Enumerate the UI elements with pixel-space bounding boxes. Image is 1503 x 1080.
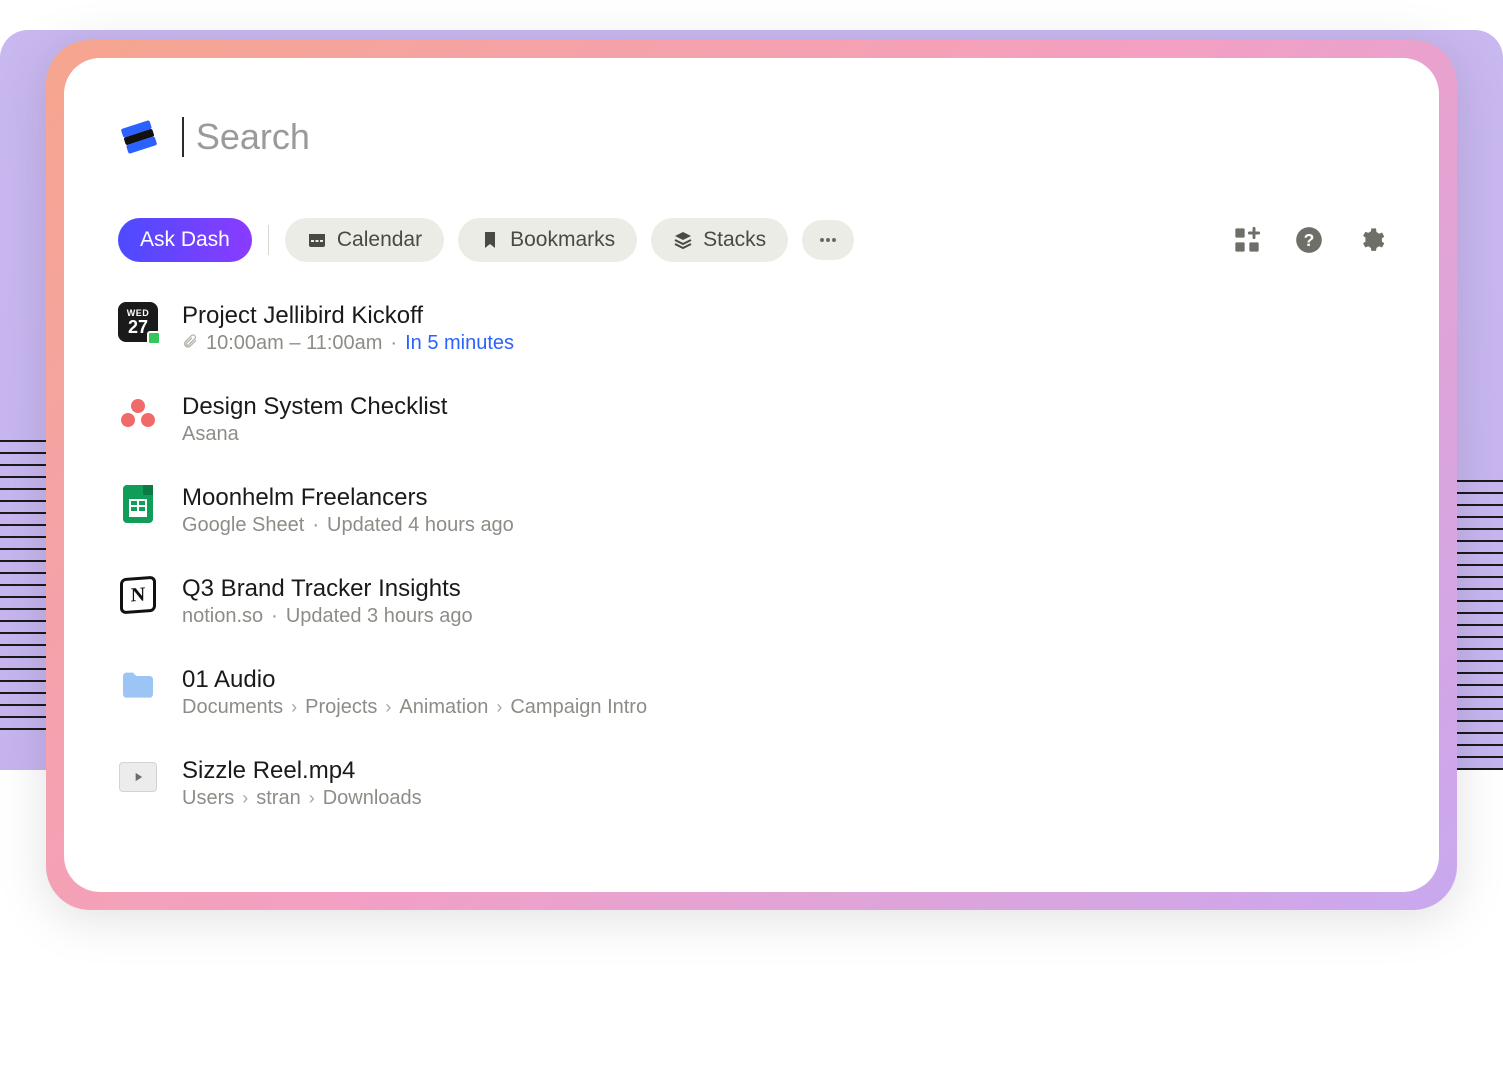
asana-icon [118, 393, 158, 433]
result-source: Google Sheet [182, 514, 304, 537]
crumb: Projects [305, 696, 377, 719]
calendar-icon [307, 230, 327, 250]
add-widget-icon[interactable] [1233, 226, 1261, 254]
chevron-right-icon: › [242, 788, 248, 809]
result-source: notion.so [182, 605, 263, 628]
search-row [118, 116, 1385, 158]
event-countdown: In 5 minutes [405, 332, 514, 355]
crumb: stran [256, 787, 300, 810]
result-asana[interactable]: Design System Checklist Asana [118, 393, 1385, 446]
result-updated: Updated 3 hours ago [286, 605, 473, 628]
result-source: Asana [182, 423, 239, 446]
crumb: Users [182, 787, 234, 810]
bookmark-icon [480, 230, 500, 250]
video-file-icon [118, 757, 158, 797]
search-input[interactable] [196, 116, 1385, 158]
result-video[interactable]: Sizzle Reel.mp4 Users › stran › Download… [118, 757, 1385, 810]
app-card-inner: Ask Dash Calendar Bookmarks [64, 58, 1439, 892]
results-list: WED 27 Project Jellibird Kickoff 10:00am… [118, 302, 1385, 810]
svg-text:?: ? [1304, 230, 1315, 250]
result-subtitle: Google Sheet · Updated 4 hours ago [182, 514, 514, 537]
result-subtitle: notion.so · Updated 3 hours ago [182, 605, 473, 628]
ask-dash-button[interactable]: Ask Dash [118, 218, 252, 262]
breadcrumb: Users › stran › Downloads [182, 787, 422, 810]
filter-chips-row: Ask Dash Calendar Bookmarks [118, 218, 1385, 262]
dot-separator: · [271, 605, 278, 628]
dot-separator: · [390, 332, 397, 355]
bookmarks-chip[interactable]: Bookmarks [458, 218, 637, 262]
settings-gear-icon[interactable] [1357, 226, 1385, 254]
more-chip[interactable] [802, 220, 854, 260]
chip-label: Bookmarks [510, 228, 615, 252]
crumb: Animation [399, 696, 488, 719]
crumb: Documents [182, 696, 283, 719]
calendar-chip[interactable]: Calendar [285, 218, 444, 262]
result-subtitle: Asana [182, 423, 447, 446]
toolbar-actions: ? [1233, 226, 1385, 254]
result-title: Design System Checklist [182, 393, 447, 421]
chip-label: Calendar [337, 228, 422, 252]
calendar-dom: 27 [128, 318, 148, 336]
result-gsheet[interactable]: Moonhelm Freelancers Google Sheet · Upda… [118, 484, 1385, 537]
app-logo-icon [118, 116, 160, 158]
attachment-icon [182, 332, 198, 355]
result-subtitle: 10:00am – 11:00am · In 5 minutes [182, 332, 514, 355]
app-card: Ask Dash Calendar Bookmarks [46, 40, 1457, 910]
result-notion[interactable]: N Q3 Brand Tracker Insights notion.so · … [118, 575, 1385, 628]
stacks-chip[interactable]: Stacks [651, 218, 788, 262]
breadcrumb: Documents › Projects › Animation › Campa… [182, 696, 647, 719]
stacks-icon [673, 230, 693, 250]
notion-icon: N [118, 575, 158, 615]
chevron-right-icon: › [309, 788, 315, 809]
google-sheet-icon [118, 484, 158, 524]
chevron-right-icon: › [496, 697, 502, 718]
chip-label: Ask Dash [140, 228, 230, 252]
text-cursor [182, 117, 184, 157]
event-time: 10:00am – 11:00am [206, 332, 382, 355]
result-title: Moonhelm Freelancers [182, 484, 514, 512]
result-title: 01 Audio [182, 666, 647, 694]
crumb: Campaign Intro [510, 696, 647, 719]
folder-icon [118, 666, 158, 706]
chip-divider [268, 225, 269, 255]
help-icon[interactable]: ? [1295, 226, 1323, 254]
result-title: Project Jellibird Kickoff [182, 302, 514, 330]
chevron-right-icon: › [291, 697, 297, 718]
result-updated: Updated 4 hours ago [327, 514, 514, 537]
crumb: Downloads [323, 787, 422, 810]
calendar-date-icon: WED 27 [118, 302, 158, 342]
more-horizontal-icon [818, 230, 838, 250]
result-event[interactable]: WED 27 Project Jellibird Kickoff 10:00am… [118, 302, 1385, 355]
dot-separator: · [312, 514, 319, 537]
chevron-right-icon: › [385, 697, 391, 718]
result-title: Sizzle Reel.mp4 [182, 757, 422, 785]
chip-label: Stacks [703, 228, 766, 252]
result-title: Q3 Brand Tracker Insights [182, 575, 473, 603]
result-folder[interactable]: 01 Audio Documents › Projects › Animatio… [118, 666, 1385, 719]
